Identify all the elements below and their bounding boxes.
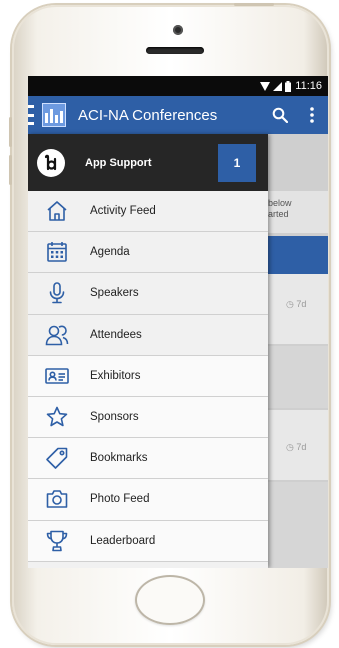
star-icon <box>44 404 70 430</box>
power-button <box>234 3 274 6</box>
support-logo-icon <box>44 154 57 170</box>
menu-item-label: Attendees <box>90 328 142 341</box>
volume-button <box>9 117 12 147</box>
id-card-icon <box>44 363 70 389</box>
menu-item-speakers[interactable]: Speakers <box>28 273 268 315</box>
feed-text: below <box>268 198 292 208</box>
volume-button <box>9 155 12 185</box>
drawer-header-app-support[interactable]: App Support 1 <box>28 134 268 191</box>
front-camera <box>173 25 183 35</box>
menu-item-label: Bookmarks <box>90 452 148 465</box>
people-icon <box>44 322 70 348</box>
microphone-icon <box>44 280 70 306</box>
overflow-menu-icon[interactable] <box>310 107 314 123</box>
menu-item-sponsors[interactable]: Sponsors <box>28 396 268 439</box>
search-icon[interactable] <box>272 107 288 123</box>
menu-icon[interactable] <box>28 105 34 125</box>
menu-item-label: Sponsors <box>90 411 139 424</box>
app-support-label: App Support <box>85 156 152 169</box>
app-bar: ACI-NA Conferences <box>28 96 328 134</box>
home-icon <box>44 198 70 224</box>
camera-icon <box>44 486 70 512</box>
app-title: ACI-NA Conferences <box>78 106 218 124</box>
drawer-menu: Activity Feed Agenda Speakers Attendees <box>28 191 268 562</box>
menu-item-exhibitors[interactable]: Exhibitors <box>28 355 268 397</box>
tag-icon <box>44 445 70 471</box>
notification-badge: 1 <box>218 143 256 182</box>
feed-timestamp: ◷ 7d <box>286 442 307 452</box>
feed-background: below arted ◷ 7d ◷ 7d <box>268 134 328 568</box>
menu-item-label: Activity Feed <box>90 205 156 218</box>
trophy-icon <box>44 528 70 554</box>
battery-icon <box>285 80 292 92</box>
menu-item-attendees[interactable]: Attendees <box>28 314 268 356</box>
menu-item-leaderboard[interactable]: Leaderboard <box>28 520 268 562</box>
signal-icon <box>273 81 283 91</box>
menu-item-label: Exhibitors <box>90 369 141 382</box>
menu-item-label: Photo Feed <box>90 493 150 506</box>
status-bar: 11:16 <box>28 76 328 96</box>
status-time: 11:16 <box>295 80 322 92</box>
navigation-drawer: App Support 1 Activity Feed Agenda Speak… <box>28 134 268 568</box>
menu-item-label: Agenda <box>90 246 130 259</box>
wifi-icon <box>260 81 271 91</box>
menu-item-photo-feed[interactable]: Photo Feed <box>28 479 268 521</box>
menu-item-label: Leaderboard <box>90 534 156 547</box>
app-logo <box>42 103 66 127</box>
menu-item-activity-feed[interactable]: Activity Feed <box>28 191 268 233</box>
phone-screen: 11:16 ACI-NA Conferences below arted ◷ 7… <box>28 76 328 568</box>
app-support-avatar <box>37 148 65 177</box>
home-button[interactable] <box>135 575 205 625</box>
feed-text: arted <box>268 209 289 219</box>
calendar-icon <box>44 239 70 265</box>
feed-timestamp: ◷ 7d <box>286 299 307 309</box>
earpiece-speaker <box>146 47 204 54</box>
menu-item-bookmarks[interactable]: Bookmarks <box>28 438 268 480</box>
menu-item-label: Speakers <box>90 287 139 300</box>
menu-item-agenda[interactable]: Agenda <box>28 232 268 274</box>
